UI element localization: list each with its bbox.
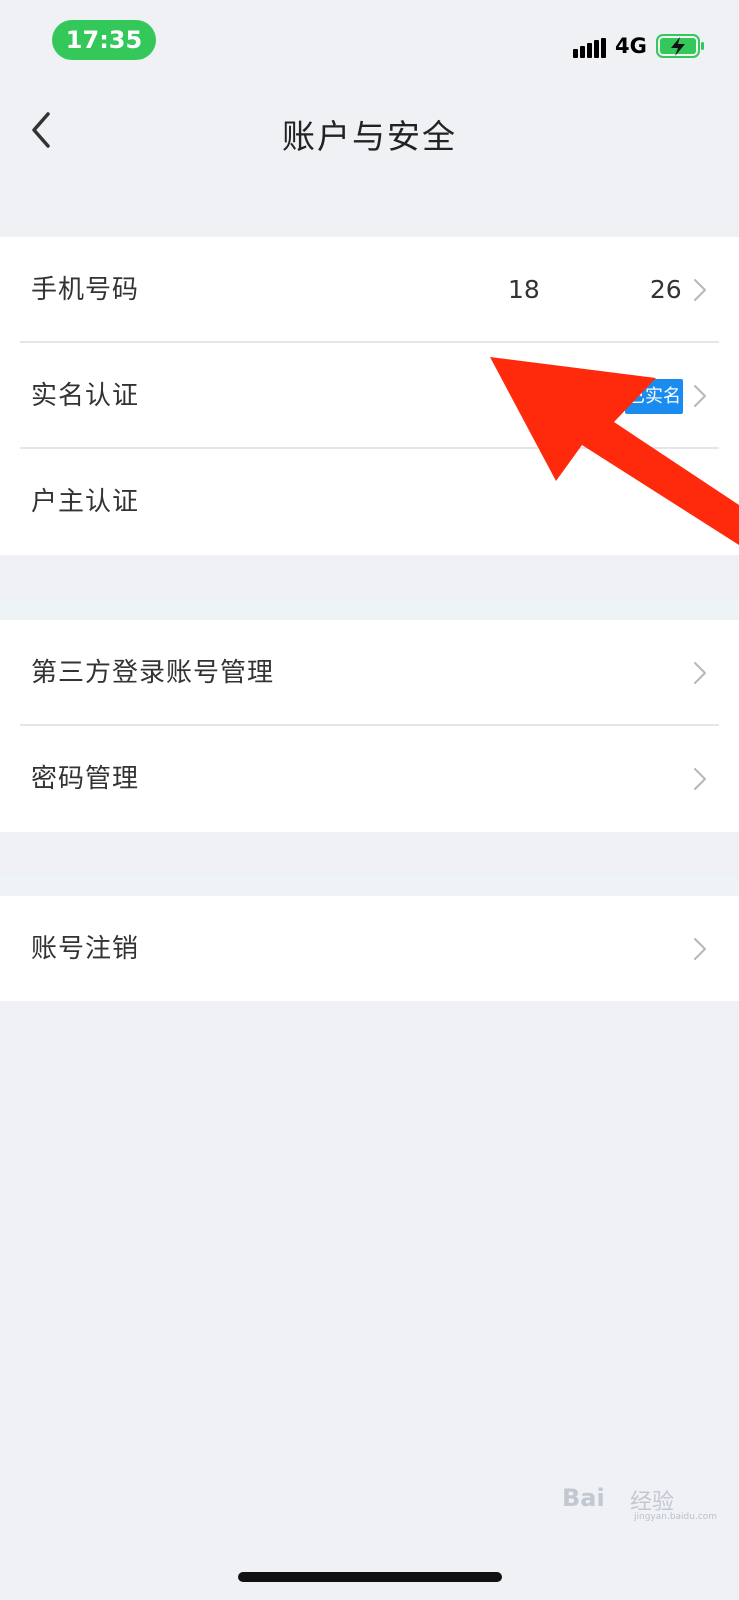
account-deletion-group: 账号注销 (0, 896, 739, 1001)
householder-verification-row[interactable]: 户主认证 (0, 449, 739, 555)
watermark-brand: Bai (562, 1484, 605, 1512)
verified-badge: 已实名 (625, 379, 683, 414)
account-deletion-row[interactable]: 账号注销 (0, 896, 739, 1002)
home-indicator[interactable] (238, 1572, 502, 1582)
real-name-verification-row[interactable]: 实名认证 已实名 (0, 343, 739, 449)
chevron-right-icon (694, 279, 706, 301)
account-info-group: 手机号码 18 26 实名认证 已实名 户主认证 (0, 237, 739, 555)
phone-number-row[interactable]: 手机号码 18 26 (0, 237, 739, 343)
password-management-row[interactable]: 密码管理 (0, 726, 739, 832)
chevron-right-icon (694, 768, 706, 790)
row-label: 实名认证 (31, 381, 140, 411)
watermark-logo: Bai 经验 jingyan.baidu.com (562, 1476, 722, 1526)
third-party-login-row[interactable]: 第三方登录账号管理 (0, 620, 739, 726)
section-divider (0, 876, 739, 896)
page-title: 账户与安全 (282, 117, 457, 156)
network-type: 4G (615, 34, 647, 58)
nav-bar: 账户与安全 (0, 80, 739, 180)
section-divider (0, 600, 739, 620)
chevron-right-icon (694, 662, 706, 684)
phone-number-value: 18 26 (508, 237, 682, 343)
watermark-url: jingyan.baidu.com (634, 1512, 718, 1522)
row-label: 密码管理 (31, 764, 140, 794)
signal-icon (573, 38, 606, 58)
phone-number-start: 18 (508, 275, 540, 304)
login-management-group: 第三方登录账号管理 密码管理 (0, 620, 739, 832)
chevron-right-icon (694, 938, 706, 960)
row-label: 户主认证 (31, 487, 140, 517)
battery-charging-icon (656, 34, 704, 58)
row-label: 账号注销 (31, 934, 140, 964)
phone-number-end: 26 (649, 275, 682, 304)
status-bar: 17:35 4G (0, 0, 739, 80)
row-label: 第三方登录账号管理 (31, 658, 275, 688)
status-time: 17:35 (52, 20, 156, 60)
row-label: 手机号码 (31, 275, 140, 305)
chevron-right-icon (694, 385, 706, 407)
